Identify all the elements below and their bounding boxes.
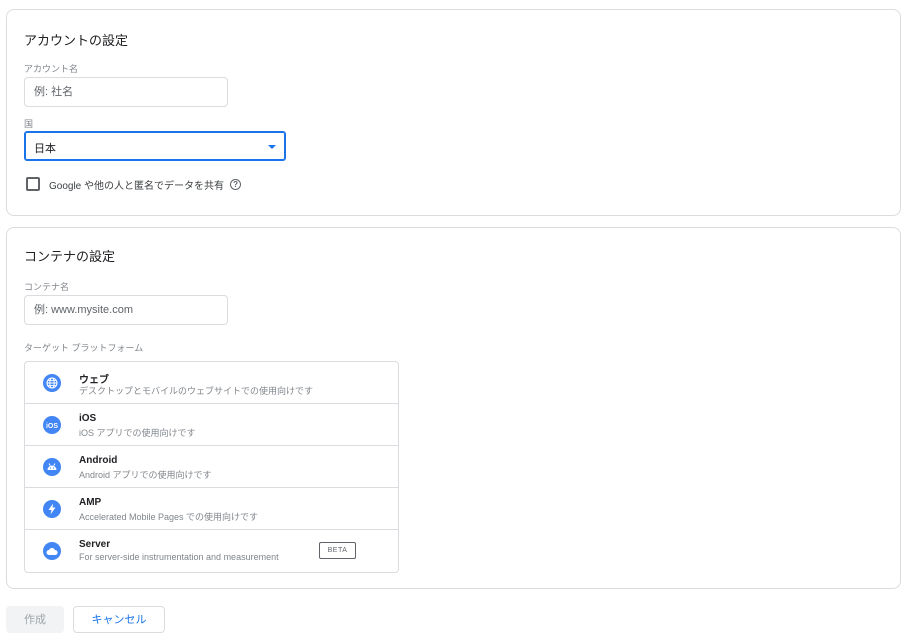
country-label: 国 — [24, 119, 34, 129]
globe-icon — [43, 374, 61, 392]
platform-description: Accelerated Mobile Pages での使用向けです — [79, 512, 259, 522]
share-data-checkbox[interactable] — [26, 177, 40, 191]
cancel-button[interactable]: キャンセル — [73, 606, 165, 633]
country-select[interactable]: 日本 — [24, 131, 286, 161]
platform-name: Server — [79, 539, 111, 550]
target-platform-label: ターゲット プラットフォーム — [24, 343, 144, 353]
platform-description: iOS アプリでの使用向けです — [79, 428, 196, 438]
platform-list: ウェブ デスクトップとモバイルのウェブサイトでの使用向けです iOS iOS i… — [24, 361, 399, 573]
platform-description: Android アプリでの使用向けです — [79, 470, 212, 480]
platform-name: iOS — [79, 413, 97, 424]
account-settings-title: アカウントの設定 — [24, 33, 129, 48]
amp-lightning-icon — [43, 500, 61, 518]
account-name-label: アカウント名 — [24, 64, 79, 74]
beta-badge: BETA — [319, 542, 356, 559]
container-name-input[interactable] — [24, 295, 228, 325]
platform-item-amp[interactable]: AMP Accelerated Mobile Pages での使用向けです — [25, 488, 398, 530]
container-name-label: コンテナ名 — [24, 282, 70, 292]
android-icon — [43, 458, 61, 476]
svg-text:iOS: iOS — [46, 423, 58, 430]
platform-item-ios[interactable]: iOS iOS iOS アプリでの使用向けです — [25, 404, 398, 446]
country-select-value: 日本 — [34, 143, 56, 155]
account-settings-card: アカウントの設定 アカウント名 国 日本 Google や他の人と匿名でデータを… — [6, 9, 901, 216]
platform-item-server[interactable]: Server For server-side instrumentation a… — [25, 530, 398, 572]
dropdown-caret-icon — [268, 145, 276, 149]
platform-item-web[interactable]: ウェブ デスクトップとモバイルのウェブサイトでの使用向けです — [25, 362, 398, 404]
cloud-icon — [43, 542, 61, 560]
create-button[interactable]: 作成 — [6, 606, 64, 633]
share-data-row: Google や他の人と匿名でデータを共有 ? — [26, 175, 242, 193]
platform-name: Android — [79, 455, 118, 466]
platform-description: For server-side instrumentation and meas… — [79, 552, 279, 562]
platform-name: AMP — [79, 497, 102, 508]
share-data-label[interactable]: Google や他の人と匿名でデータを共有 — [49, 177, 224, 192]
ios-icon: iOS — [43, 416, 61, 434]
account-name-input[interactable] — [24, 77, 228, 107]
container-settings-card: コンテナの設定 コンテナ名 ターゲット プラットフォーム ウェブ デスクトップと… — [6, 227, 901, 589]
container-settings-title: コンテナの設定 — [24, 249, 116, 264]
help-icon[interactable]: ? — [230, 178, 242, 190]
platform-item-android[interactable]: Android Android アプリでの使用向けです — [25, 446, 398, 488]
platform-description: デスクトップとモバイルのウェブサイトでの使用向けです — [79, 386, 314, 396]
